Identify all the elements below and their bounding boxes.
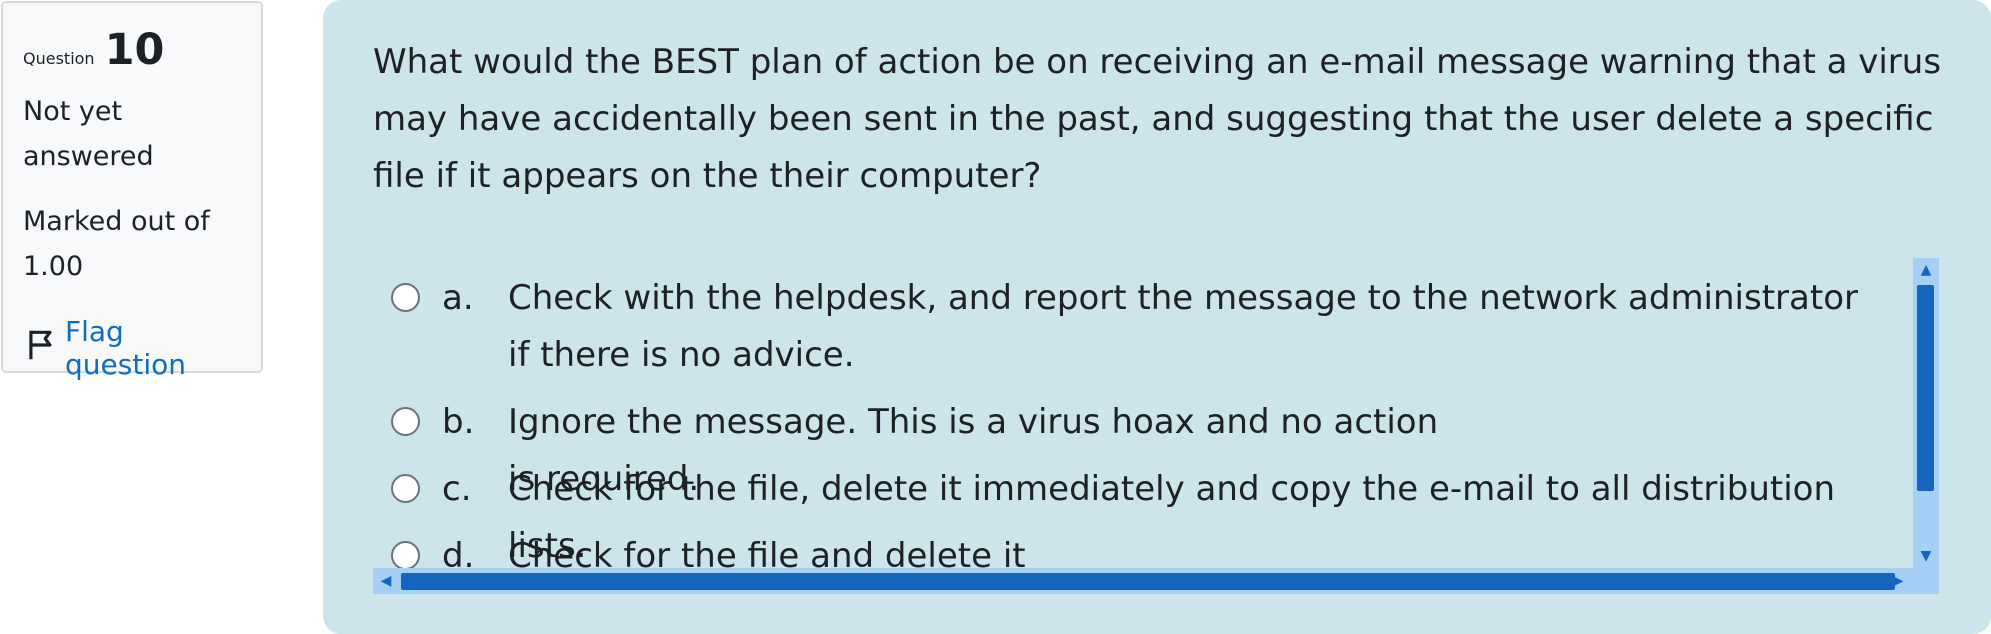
flag-question-link[interactable]: Flag question xyxy=(23,315,241,381)
answer-b-radio[interactable] xyxy=(391,407,420,436)
horizontal-scroll-thumb[interactable] xyxy=(401,573,1895,590)
answer-d-letter: d. xyxy=(442,536,475,568)
scroll-left-icon[interactable]: ◀ xyxy=(375,568,397,594)
answer-a-radio[interactable] xyxy=(391,283,420,312)
answer-option-a[interactable]: a. Check with the helpdesk, and report t… xyxy=(391,270,1888,384)
question-grade: Marked out of 1.00 xyxy=(23,199,241,289)
question-number: Question 10 xyxy=(23,25,241,75)
state-line-1: Not yet xyxy=(23,96,123,127)
question-text: What would the BEST plan of action be on… xyxy=(373,42,1942,196)
horizontal-scrollbar[interactable]: ◀ ▶ xyxy=(373,568,1939,594)
answer-d-text[interactable]: Check for the file and delete it xyxy=(508,528,1888,568)
scroll-right-icon[interactable]: ▶ xyxy=(1887,568,1909,594)
state-line-2: answered xyxy=(23,141,154,172)
scroll-down-icon[interactable]: ▼ xyxy=(1913,546,1939,566)
flag-question-label[interactable]: Flag question xyxy=(65,315,241,381)
answer-c-radio[interactable] xyxy=(391,474,420,503)
answer-a-letter: a. xyxy=(442,278,474,318)
question-content-panel: What would the BEST plan of action be on… xyxy=(323,0,1991,634)
answer-b-letter: b. xyxy=(442,402,475,442)
question-number-value: 10 xyxy=(104,25,165,75)
grade-line-1: Marked out of xyxy=(23,206,210,237)
question-label: Question xyxy=(23,49,95,68)
answer-a-text[interactable]: Check with the helpdesk, and report the … xyxy=(508,270,1888,384)
answer-list: a. Check with the helpdesk, and report t… xyxy=(373,258,1919,568)
vertical-scrollbar[interactable]: ▲ ▼ xyxy=(1913,258,1939,568)
answer-c-letter: c. xyxy=(442,469,472,509)
flag-icon xyxy=(23,326,61,371)
grade-line-2: 1.00 xyxy=(23,251,84,282)
question-info-panel: Question 10 Not yet answered Marked out … xyxy=(1,1,263,381)
answer-d-radio[interactable] xyxy=(391,541,420,568)
answer-option-d[interactable]: d. Check for the file and delete it xyxy=(391,528,1888,568)
scroll-up-icon[interactable]: ▲ xyxy=(1913,260,1939,280)
question-state: Not yet answered xyxy=(23,89,241,179)
answer-scroll-area[interactable]: a. Check with the helpdesk, and report t… xyxy=(373,258,1939,594)
vertical-scroll-thumb[interactable] xyxy=(1917,285,1934,491)
